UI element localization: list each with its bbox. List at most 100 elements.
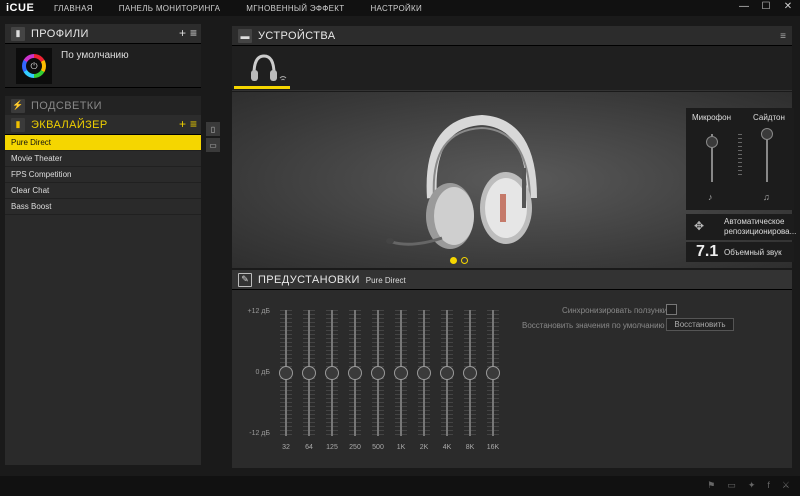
eq-band-knob[interactable] (440, 366, 454, 380)
eq-band-16k[interactable]: 16K (485, 310, 501, 460)
surround-label: Объемный звук (724, 248, 782, 257)
equalizer-header: ▮ ЭКВАЛАЙЗЕР + ≡ (5, 115, 201, 134)
forum-icon[interactable]: ⚑ (707, 480, 715, 491)
chat-icon[interactable]: ▭ (727, 480, 736, 491)
close-button[interactable]: ✕ (782, 1, 794, 12)
eq-band-knob[interactable] (279, 366, 293, 380)
rgb-ring-icon: ⏻ (22, 54, 46, 78)
db-bottom-label: -12 дБ (249, 430, 270, 437)
auto-reposition-label: Автоматическое репозиционирова... (724, 217, 797, 236)
eq-band-knob[interactable] (394, 366, 408, 380)
presets-panel: ✎ ПРЕДУСТАНОВКИ Pure Direct +12 дБ 0 дБ … (232, 270, 792, 468)
presets-header: ✎ ПРЕДУСТАНОВКИ Pure Direct (232, 270, 792, 290)
presets-current: Pure Direct (365, 276, 406, 285)
eq-side-tools: ▯ ▭ (206, 122, 220, 154)
footer: ⚑ ▭ ✦ f ⚔ (0, 476, 800, 496)
sidetone-slider-track[interactable] (766, 134, 768, 182)
eq-band-32[interactable]: 32 (278, 310, 294, 460)
nav-dashboard[interactable]: ПАНЕЛЬ МОНИТОРИНГА (119, 4, 220, 13)
lightning-icon: ⚡ (11, 98, 25, 113)
mic-label: Микрофон (692, 113, 731, 122)
sidetone-label: Сайдтон (753, 113, 785, 122)
copy-icon[interactable]: ▯ (206, 122, 220, 136)
eq-band-125[interactable]: 125 (324, 310, 340, 460)
carousel-dot-2[interactable] (461, 257, 468, 264)
add-eq-button[interactable]: + (179, 118, 186, 131)
profile-file-icon: ▮ (11, 26, 25, 41)
profiles-title: ПРОФИЛИ (31, 27, 89, 40)
eq-menu-button[interactable]: ≡ (190, 118, 197, 131)
left-panel: ▮ ПРОФИЛИ + ≡ ⏻ По умолчанию ⚡ ПОДСВЕТКИ… (5, 24, 201, 468)
surround-toggle[interactable]: 7.1 Объемный звук (686, 242, 794, 262)
minimize-button[interactable]: — (738, 1, 750, 12)
reposition-icon: ✥ (694, 219, 705, 233)
audio-controls: Микрофон Сайдтон ♪ ♫ ✥ Автоматическое ре… (686, 108, 797, 262)
twitter-icon[interactable]: ✦ (748, 480, 756, 491)
restore-button[interactable]: Восстановить (666, 318, 734, 331)
facebook-icon[interactable]: f (767, 480, 770, 491)
eq-band-2k[interactable]: 2K (416, 310, 432, 460)
db-top-label: +12 дБ (247, 308, 271, 315)
profiles-header: ▮ ПРОФИЛИ + ≡ (5, 24, 201, 44)
mic-slider-knob[interactable] (706, 135, 718, 148)
eq-band-500[interactable]: 500 (370, 310, 386, 460)
devices-title: УСТРОЙСТВА (258, 29, 336, 42)
devices-panel: ▬ УСТРОЙСТВА ≡ (232, 26, 792, 92)
eq-band-knob[interactable] (417, 366, 431, 380)
device-selected-indicator (234, 86, 290, 89)
top-bar: iCUE ГЛАВНАЯ ПАНЕЛЬ МОНИТОРИНГА МГНОВЕНН… (0, 0, 800, 16)
profile-avatar: ⏻ (16, 48, 52, 84)
eq-item-bass-boost[interactable]: Bass Boost (5, 199, 201, 215)
mic-sidetone-box: Микрофон Сайдтон ♪ ♫ (686, 108, 794, 210)
eq-band-knob[interactable] (486, 366, 500, 380)
eq-list: Pure Direct Movie Theater FPS Competitio… (5, 134, 201, 465)
trash-icon[interactable]: ▭ (206, 138, 220, 152)
backlight-header[interactable]: ⚡ ПОДСВЕТКИ (5, 96, 201, 115)
nav-settings[interactable]: НАСТРОЙКИ (370, 4, 422, 13)
auto-reposition-toggle[interactable]: ✥ Автоматическое репозиционирова... (686, 214, 797, 240)
eq-item-clear-chat[interactable]: Clear Chat (5, 183, 201, 199)
devices-header: ▬ УСТРОЙСТВА ≡ (232, 26, 792, 46)
eq-band-1k[interactable]: 1K (393, 310, 409, 460)
nav-instant-lighting[interactable]: МГНОВЕННЫЙ ЭФФЕКТ (246, 4, 344, 13)
carousel-dots (450, 257, 468, 264)
equalizer-title: ЭКВАЛАЙЗЕР (31, 118, 108, 131)
presets-title: ПРЕДУСТАНОВКИ (258, 273, 360, 286)
eq-band-8k[interactable]: 8K (462, 310, 478, 460)
eq-band-knob[interactable] (302, 366, 316, 380)
eq-item-movie-theater[interactable]: Movie Theater (5, 151, 201, 167)
carousel-dot-1[interactable] (450, 257, 457, 264)
eq-band-250[interactable]: 250 (347, 310, 363, 460)
sidetone-slider-knob[interactable] (761, 128, 773, 140)
edit-icon: ✎ (238, 272, 252, 287)
equalizer-icon: ▮ (11, 117, 25, 132)
corsair-icon[interactable]: ⚔ (782, 480, 790, 491)
power-icon: ⏻ (26, 58, 42, 74)
eq-item-pure-direct[interactable]: Pure Direct (5, 135, 201, 151)
headset-thumb-icon (251, 54, 287, 81)
restore-label: Восстановить значения по умолчанию (522, 321, 665, 330)
add-profile-button[interactable]: + (179, 27, 186, 40)
eq-band-64[interactable]: 64 (301, 310, 317, 460)
profile-menu-button[interactable]: ≡ (190, 27, 197, 40)
headset-image (386, 114, 537, 249)
eq-band-knob[interactable] (371, 366, 385, 380)
sidetone-mic-icon: ♫ (763, 192, 770, 202)
keyboard-icon: ▬ (238, 28, 252, 43)
eq-band-knob[interactable] (348, 366, 362, 380)
devices-menu-icon[interactable]: ≡ (780, 31, 786, 42)
eq-item-fps-competition[interactable]: FPS Competition (5, 167, 201, 183)
eq-band-knob[interactable] (463, 366, 477, 380)
eq-band-knob[interactable] (325, 366, 339, 380)
db-mid-label: 0 дБ (255, 369, 270, 376)
device-headset-thumb[interactable] (234, 48, 290, 89)
nav-home[interactable]: ГЛАВНАЯ (54, 4, 93, 13)
eq-band-4k[interactable]: 4K (439, 310, 455, 460)
profile-item-default[interactable]: ⏻ По умолчанию (5, 44, 201, 88)
maximize-button[interactable]: ☐ (760, 1, 772, 12)
surround-number: 7.1 (696, 243, 719, 260)
eq-band-freq-label: 16K (486, 444, 500, 451)
sync-checkbox[interactable] (666, 304, 677, 315)
backlight-title: ПОДСВЕТКИ (31, 99, 102, 112)
profile-name: По умолчанию (61, 50, 129, 61)
